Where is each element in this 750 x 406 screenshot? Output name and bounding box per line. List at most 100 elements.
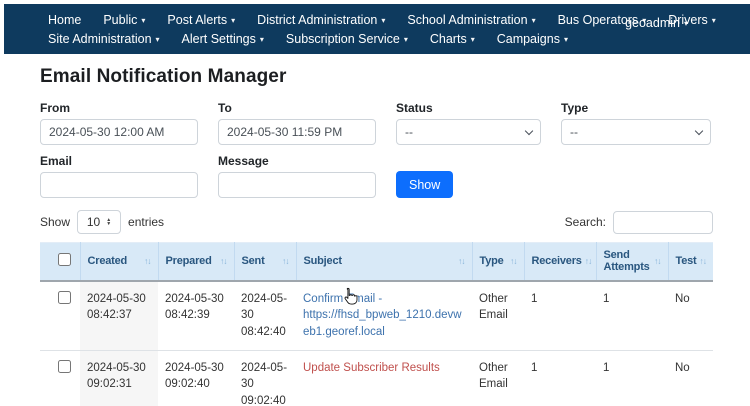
- type-label: Type: [561, 101, 711, 115]
- sort-icon: ↑↓: [217, 256, 227, 266]
- nav-public[interactable]: Public▾: [103, 13, 145, 27]
- status-label: Status: [396, 101, 541, 115]
- column-header-test[interactable]: Test↑↓: [668, 243, 713, 281]
- nav-site-administration[interactable]: Site Administration▾: [48, 32, 160, 46]
- column-header-send-attempts[interactable]: Send Attempts↑↓: [596, 243, 668, 281]
- from-datetime-input[interactable]: [40, 119, 198, 145]
- column-header-subject[interactable]: Subject↑↓: [296, 243, 472, 281]
- subject-link[interactable]: Confirm Email - https://fhsd_bpweb_1210.…: [303, 293, 462, 338]
- subject-cell: Confirm Email - https://fhsd_bpweb_1210.…: [296, 281, 472, 351]
- row-checkbox[interactable]: [58, 360, 71, 373]
- caret-down-icon: ▾: [564, 36, 568, 44]
- caret-down-icon: ▾: [141, 17, 145, 25]
- prepared-cell: 2024-05-30 08:42:39: [158, 281, 234, 351]
- send-attempts-cell: 1: [596, 350, 668, 406]
- search-control: Search:: [565, 211, 713, 234]
- subject-link[interactable]: Update Subscriber Results: [303, 362, 440, 374]
- nav-alert-settings[interactable]: Alert Settings▾: [182, 32, 264, 46]
- show-button-group: Show: [396, 154, 453, 198]
- column-header-created[interactable]: Created↑↓: [80, 243, 158, 281]
- page-size-select[interactable]: 10 ▲ ▼: [77, 210, 121, 234]
- column-header-receivers[interactable]: Receivers↑↓: [524, 243, 596, 281]
- from-field-group: From: [40, 101, 198, 145]
- show-button[interactable]: Show: [396, 171, 453, 198]
- message-field-group: Message: [218, 154, 376, 198]
- caret-down-icon: ▾: [381, 17, 385, 25]
- sort-icon: ↑↓: [141, 256, 151, 266]
- show-entries-label: Show: [40, 215, 70, 229]
- main-content: Email Notification Manager From To Statu…: [0, 54, 750, 406]
- caret-down-icon: ▾: [684, 20, 688, 28]
- table-body: 2024-05-30 08:42:37 2024-05-30 08:42:39 …: [40, 281, 713, 406]
- table-row: 2024-05-30 09:02:31 2024-05-30 09:02:40 …: [40, 350, 713, 406]
- created-cell: 2024-05-30 09:02:31: [80, 350, 158, 406]
- search-label: Search:: [565, 215, 606, 229]
- caret-down-icon: ▾: [231, 17, 235, 25]
- message-input[interactable]: [218, 172, 376, 198]
- nav-post-alerts[interactable]: Post Alerts▾: [167, 13, 235, 27]
- subject-cell: Update Subscriber Results: [296, 350, 472, 406]
- caret-down-icon: ▾: [471, 36, 475, 44]
- filter-row-2: Email Message Show: [40, 154, 713, 198]
- sort-icon: ↑↓: [279, 256, 289, 266]
- chevron-down-icon: [695, 126, 703, 134]
- email-label: Email: [40, 154, 198, 168]
- test-cell: No: [668, 350, 713, 406]
- caret-down-icon: ▾: [404, 36, 408, 44]
- message-label: Message: [218, 154, 376, 168]
- nav-subscription-service[interactable]: Subscription Service▾: [286, 32, 408, 46]
- filter-row-1: From To Status -- Type --: [40, 101, 713, 145]
- status-select[interactable]: --: [396, 119, 541, 145]
- test-cell: No: [668, 281, 713, 351]
- created-cell: 2024-05-30 08:42:37: [80, 281, 158, 351]
- prepared-cell: 2024-05-30 09:02:40: [158, 350, 234, 406]
- navbar-row-1: Home Public▾ Post Alerts▾ District Admin…: [48, 10, 750, 29]
- nav-campaigns[interactable]: Campaigns▾: [497, 32, 568, 46]
- nav-home[interactable]: Home: [48, 13, 81, 27]
- email-field-group: Email: [40, 154, 198, 198]
- navbar-row-2: Site Administration▾ Alert Settings▾ Sub…: [48, 29, 750, 48]
- sent-cell: 2024-05-30 09:02:40: [234, 350, 296, 406]
- to-label: To: [218, 101, 376, 115]
- spinner-updown-icon: ▲ ▼: [106, 218, 111, 226]
- chevron-down-icon: [525, 126, 533, 134]
- column-header-sent[interactable]: Sent↑↓: [234, 243, 296, 281]
- nav-charts[interactable]: Charts▾: [430, 32, 475, 46]
- from-label: From: [40, 101, 198, 115]
- type-field-group: Type --: [561, 101, 711, 145]
- column-header-type[interactable]: Type↑↓: [472, 243, 524, 281]
- navbar: Home Public▾ Post Alerts▾ District Admin…: [4, 4, 750, 54]
- email-input[interactable]: [40, 172, 198, 198]
- page-size-value: 10: [87, 215, 100, 229]
- email-notifications-table: Created↑↓ Prepared↑↓ Sent↑↓ Subject↑↓ Ty…: [40, 242, 713, 406]
- page-title: Email Notification Manager: [40, 66, 713, 88]
- to-datetime-input[interactable]: [218, 119, 376, 145]
- sort-icon: ↑↓: [455, 256, 465, 266]
- caret-down-icon: ▾: [712, 17, 716, 25]
- sort-icon: ↑↓: [697, 256, 707, 266]
- type-selected-value: --: [570, 125, 578, 139]
- nav-district-administration[interactable]: District Administration▾: [257, 13, 385, 27]
- entries-label: entries: [128, 215, 164, 229]
- row-checkbox[interactable]: [58, 291, 71, 304]
- select-all-checkbox[interactable]: [58, 253, 71, 266]
- send-attempts-cell: 1: [596, 281, 668, 351]
- to-field-group: To: [218, 101, 376, 145]
- receivers-cell: 1: [524, 350, 596, 406]
- sent-cell: 2024-05-30 08:42:40: [234, 281, 296, 351]
- search-input[interactable]: [613, 211, 713, 234]
- type-cell: Other Email: [472, 281, 524, 351]
- table-row: 2024-05-30 08:42:37 2024-05-30 08:42:39 …: [40, 281, 713, 351]
- list-controls: Show 10 ▲ ▼ entries Search:: [40, 210, 713, 234]
- status-field-group: Status --: [396, 101, 541, 145]
- nav-user-menu[interactable]: geoadmin▾: [625, 16, 688, 30]
- page-size-control: Show 10 ▲ ▼ entries: [40, 210, 164, 234]
- column-header-prepared[interactable]: Prepared↑↓: [158, 243, 234, 281]
- type-select[interactable]: --: [561, 119, 711, 145]
- caret-down-icon: ▾: [260, 36, 264, 44]
- sort-icon: ↑↓: [507, 256, 517, 266]
- caret-down-icon: ▾: [532, 17, 536, 25]
- status-selected-value: --: [405, 125, 413, 139]
- sort-icon: ↑↓: [582, 256, 592, 266]
- nav-school-administration[interactable]: School Administration▾: [407, 13, 535, 27]
